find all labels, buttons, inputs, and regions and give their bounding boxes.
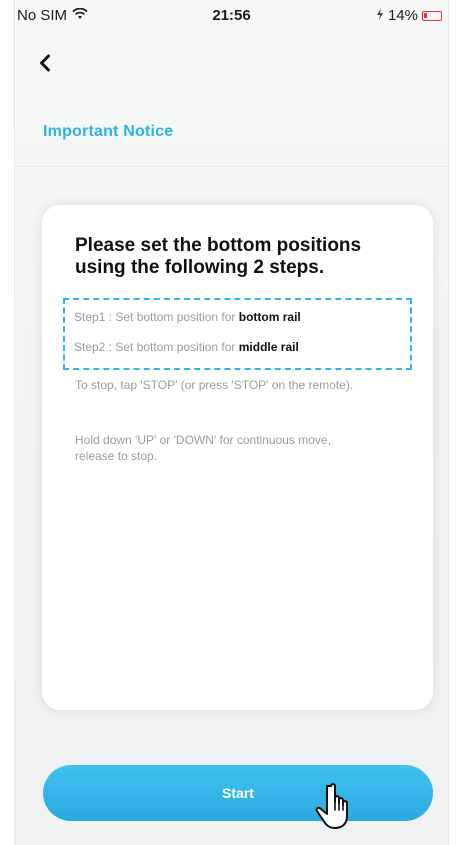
back-button[interactable]: [31, 51, 59, 79]
notice-card: Please set the bottom positions using th…: [42, 205, 433, 710]
chevron-left-icon: [39, 54, 51, 77]
start-button[interactable]: Start: [43, 765, 433, 821]
step-1-highlight: bottom rail: [238, 310, 301, 324]
stop-note: To stop, tap 'STOP' (or press 'STOP' on …: [75, 378, 354, 392]
app-screen: No SIM 21:56 14% Important Notice Please…: [14, 0, 449, 845]
header-divider: [15, 166, 448, 167]
step-1-text: Step1 : Set bottom position for: [74, 310, 239, 324]
charging-icon: [376, 7, 384, 24]
steps-box: Step1 : Set bottom position for bottom r…: [63, 298, 412, 370]
step-2-text: Step2 : Set bottom position for: [74, 340, 239, 354]
step-2: Step2 : Set bottom position for middle r…: [74, 340, 299, 354]
card-heading: Please set the bottom positions using th…: [75, 235, 362, 278]
hand-pointer-icon: [311, 780, 361, 832]
hold-note: Hold down 'UP' or 'DOWN' for continuous …: [75, 433, 331, 463]
status-bar: No SIM 21:56 14%: [15, 0, 448, 30]
page-title: Important Notice: [43, 123, 174, 140]
step-2-highlight: middle rail: [238, 340, 299, 354]
battery-icon: [422, 10, 442, 21]
status-right: 14%: [376, 7, 442, 24]
battery-percent: 14%: [387, 7, 418, 24]
step-1: Step1 : Set bottom position for bottom r…: [74, 310, 301, 324]
